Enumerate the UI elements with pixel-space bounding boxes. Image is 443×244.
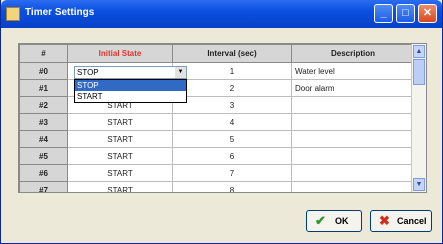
state-cell[interactable]: START bbox=[67, 113, 173, 131]
cross-icon: ✖ bbox=[379, 213, 390, 228]
description-cell[interactable] bbox=[291, 147, 415, 165]
chevron-down-icon[interactable]: ▼ bbox=[175, 67, 186, 78]
table-row: #6 START 7 bbox=[19, 164, 415, 182]
interval-cell[interactable]: 6 bbox=[172, 147, 292, 165]
description-cell[interactable]: Water level bbox=[291, 62, 415, 80]
checkmark-icon: ✔ bbox=[315, 213, 326, 228]
maximize-button[interactable]: □ bbox=[396, 4, 415, 23]
description-cell[interactable] bbox=[291, 164, 415, 182]
column-header-interval[interactable]: Interval (sec) bbox=[172, 44, 292, 63]
row-index: #7 bbox=[19, 181, 68, 192]
scroll-up-icon[interactable]: ▲ bbox=[413, 45, 425, 58]
row-index: #6 bbox=[19, 164, 68, 182]
initial-state-combobox[interactable]: STOP ▼ bbox=[74, 66, 187, 79]
table-row: #7 START 8 bbox=[19, 181, 415, 192]
state-cell[interactable]: START bbox=[67, 164, 173, 182]
description-cell[interactable] bbox=[291, 130, 415, 148]
state-cell[interactable]: START bbox=[67, 181, 173, 192]
column-header-index[interactable]: # bbox=[19, 44, 68, 63]
description-cell[interactable] bbox=[291, 96, 415, 114]
interval-cell[interactable]: 1 bbox=[172, 62, 292, 80]
table-row: #5 START 6 bbox=[19, 147, 415, 165]
column-header-description[interactable]: Description bbox=[291, 44, 415, 63]
minimize-button[interactable]: _ bbox=[374, 4, 393, 23]
description-cell[interactable] bbox=[291, 181, 415, 192]
table-row: #4 START 5 bbox=[19, 130, 415, 148]
interval-cell[interactable]: 8 bbox=[172, 181, 292, 192]
combobox-value: STOP bbox=[77, 68, 99, 77]
table-row: #3 START 4 bbox=[19, 113, 415, 131]
vertical-scrollbar[interactable]: ▲ ▼ bbox=[411, 44, 426, 192]
state-cell[interactable]: START bbox=[67, 130, 173, 148]
description-cell[interactable] bbox=[291, 113, 415, 131]
interval-cell[interactable]: 4 bbox=[172, 113, 292, 131]
column-header-initial-state[interactable]: Initial State bbox=[67, 44, 173, 63]
row-index: #2 bbox=[19, 96, 68, 114]
scroll-down-icon[interactable]: ▼ bbox=[413, 178, 425, 191]
ok-button-label: OK bbox=[335, 216, 349, 226]
initial-state-dropdown-list: STOP START bbox=[74, 79, 187, 103]
row-index: #0 bbox=[19, 62, 68, 80]
interval-cell[interactable]: 5 bbox=[172, 130, 292, 148]
timer-settings-window: Timer Settings _ □ ✕ # Initial State Int… bbox=[0, 0, 443, 244]
row-index: #4 bbox=[19, 130, 68, 148]
cancel-button[interactable]: ✖ Cancel bbox=[370, 210, 432, 232]
title-bar[interactable]: Timer Settings _ □ ✕ bbox=[1, 0, 442, 28]
interval-cell[interactable]: 2 bbox=[172, 79, 292, 97]
interval-cell[interactable]: 3 bbox=[172, 96, 292, 114]
scroll-thumb[interactable] bbox=[413, 59, 425, 85]
timer-app-icon bbox=[6, 7, 20, 21]
dropdown-option-stop[interactable]: STOP bbox=[75, 80, 186, 91]
window-title: Timer Settings bbox=[25, 7, 95, 18]
description-cell[interactable]: Door alarm bbox=[291, 79, 415, 97]
cancel-button-label: Cancel bbox=[397, 216, 427, 226]
interval-cell[interactable]: 7 bbox=[172, 164, 292, 182]
state-cell[interactable]: START bbox=[67, 147, 173, 165]
row-index: #5 bbox=[19, 147, 68, 165]
close-button[interactable]: ✕ bbox=[418, 4, 437, 23]
dropdown-option-start[interactable]: START bbox=[75, 91, 186, 102]
ok-button[interactable]: ✔ OK bbox=[306, 210, 362, 232]
row-index: #1 bbox=[19, 79, 68, 97]
row-index: #3 bbox=[19, 113, 68, 131]
